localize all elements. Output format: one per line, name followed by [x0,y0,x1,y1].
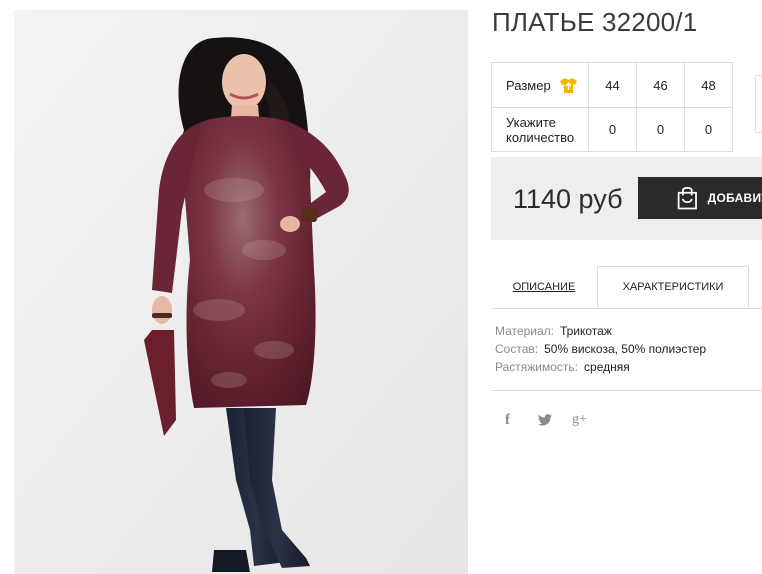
product-title: ПЛАТЬЕ 32200/1 [492,7,698,37]
info-tabs: ОПИСАНИЕ ХАРАКТЕРИСТИКИ [491,266,762,309]
add-to-cart-label: ДОБАВИТЬ [707,191,762,205]
tab-characteristics[interactable]: ХАРАКТЕРИСТИКИ [597,266,749,308]
tshirt-icon[interactable] [559,77,577,93]
divider [491,390,762,391]
characteristic-row: Растяжимость: средняя [495,358,706,376]
characteristic-key: Состав: [495,342,539,356]
side-panel-edge [755,75,762,133]
characteristic-value: 50% вискоза, 50% полиэстер [544,342,707,356]
twitter-icon[interactable] [538,409,572,431]
size-row: Размер 44 46 48 [491,62,733,108]
characteristics-list: Материал: Трикотаж Состав: 50% вискоза, 50… [495,322,706,376]
size-48[interactable]: 48 [684,62,733,108]
shopping-bag-icon [677,187,697,210]
quantity-label-cell: Укажите количество [491,107,589,152]
quantity-input-46[interactable]: 0 [636,107,685,152]
quantity-label-line2: количество [506,129,575,145]
quantity-input-44[interactable]: 0 [588,107,637,152]
size-label-cell: Размер [491,62,589,108]
social-share: f g+ [505,409,606,431]
characteristic-value: средняя [584,360,630,374]
characteristic-key: Материал: [495,324,554,338]
facebook-icon[interactable]: f [505,409,538,431]
quantity-label-line1: Укажите [506,114,556,130]
size-44[interactable]: 44 [588,62,637,108]
quantity-row: Укажите количество 0 0 0 [491,107,733,152]
tab-description[interactable]: ОПИСАНИЕ [491,266,597,308]
size-quantity-table: Размер 44 46 48 Укажите количество 0 0 0 [491,62,733,152]
characteristic-value: Трикотаж [559,324,612,338]
product-image[interactable] [14,10,468,574]
characteristic-row: Материал: Трикотаж [495,322,706,340]
size-label: Размер [506,77,551,93]
price: 1140 руб [513,184,623,214]
size-46[interactable]: 46 [636,62,685,108]
purchase-panel: 1140 руб ДОБАВИТЬ [491,157,762,240]
google-plus-icon[interactable]: g+ [572,409,606,431]
model-photo-illustration [14,10,468,574]
add-to-cart-button[interactable]: ДОБАВИТЬ [638,177,762,219]
characteristic-row: Состав: 50% вискоза, 50% полиэстер [495,340,706,358]
characteristic-key: Растяжимость: [495,360,579,374]
quantity-input-48[interactable]: 0 [684,107,733,152]
